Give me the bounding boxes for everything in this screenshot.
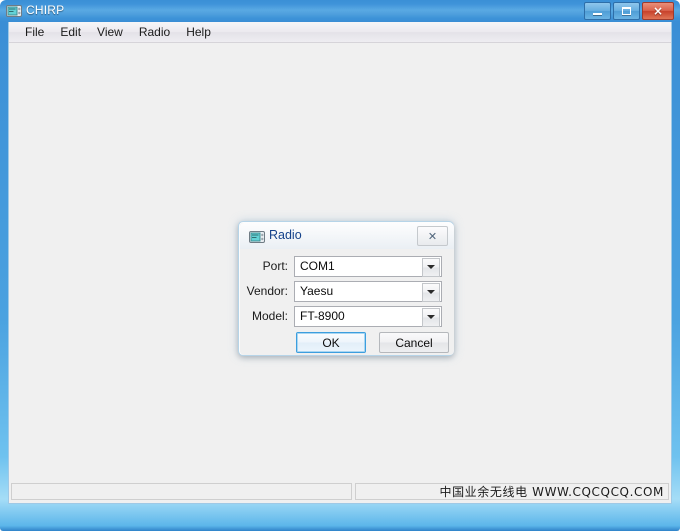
dialog-body: Port: COM1 Vendor: Yaesu Model: FT-8900 … [240,249,454,355]
status-panel-right: 中国业余无线电 WWW.CQCQCQ.COM [355,483,669,500]
menu-item-edit[interactable]: Edit [52,23,89,41]
model-label: Model: [251,309,288,323]
menu-item-radio[interactable]: Radio [131,23,178,41]
port-combobox[interactable]: COM1 [294,255,442,277]
dialog-close-button[interactable]: ✕ [417,226,448,246]
model-combobox[interactable]: FT-8900 [294,305,442,327]
chevron-down-icon [427,290,435,294]
vendor-label: Vendor: [246,284,288,298]
vendor-combobox[interactable]: Yaesu [294,280,442,302]
radio-icon [6,5,22,17]
vendor-dropdown-button[interactable] [422,282,440,302]
window-title-bar[interactable]: CHIRP × [0,0,680,22]
menu-bar: File Edit View Radio Help [9,22,671,43]
vendor-value: Yaesu [300,284,334,298]
status-panel-left [11,483,352,500]
radio-icon [249,231,265,243]
form-row-port: Port: COM1 [240,255,454,277]
chevron-down-icon [427,315,435,319]
menu-item-file[interactable]: File [17,23,52,41]
menu-item-view[interactable]: View [89,23,131,41]
ok-button[interactable]: OK [296,332,366,353]
cancel-button[interactable]: Cancel [379,332,449,353]
dialog-title: Radio [269,228,302,242]
maximize-button[interactable] [613,2,640,20]
port-label: Port: [262,259,288,273]
maximize-icon [622,7,631,15]
dialog-title-bar[interactable]: Radio ✕ [240,223,454,249]
model-dropdown-button[interactable] [422,307,440,327]
minimize-button[interactable] [584,2,611,20]
port-value: COM1 [300,259,335,273]
port-dropdown-button[interactable] [422,257,440,277]
minimize-icon [593,13,602,15]
model-value: FT-8900 [300,309,345,323]
application-window: CHIRP × File Edit View Radio Help 中国业余无线… [0,0,680,531]
status-bar: 中国业余无线电 WWW.CQCQCQ.COM [9,481,671,503]
close-button[interactable]: × [642,2,674,20]
window-title: CHIRP [26,3,65,17]
close-icon: × [652,4,664,18]
close-icon: ✕ [427,229,438,243]
chevron-down-icon [427,265,435,269]
status-watermark-text: 中国业余无线电 WWW.CQCQCQ.COM [439,485,664,499]
form-row-model: Model: FT-8900 [240,305,454,327]
dialog-button-row: OK Cancel [240,332,454,353]
menu-item-help[interactable]: Help [178,23,219,41]
form-row-vendor: Vendor: Yaesu [240,280,454,302]
radio-dialog: Radio ✕ Port: COM1 Vendor: Yaesu Model: … [238,221,454,356]
